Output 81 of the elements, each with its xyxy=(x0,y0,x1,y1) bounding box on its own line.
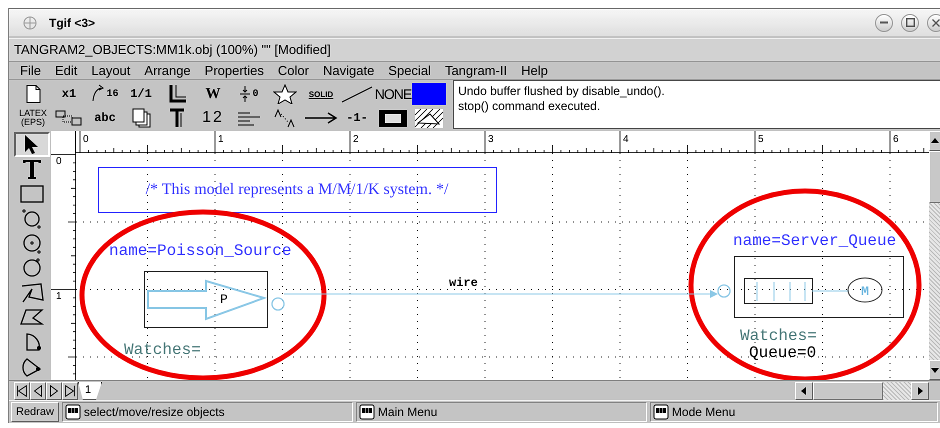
menu-item[interactable]: Arrange xyxy=(137,63,198,78)
window-title: Tgif <3> xyxy=(49,16,96,30)
menu-item[interactable]: Edit xyxy=(48,63,84,78)
toolbar-button[interactable]: 1/1 xyxy=(123,82,159,106)
toolbar-button[interactable]: 12 xyxy=(195,106,231,130)
toolbar-button[interactable]: LATEX (EPS) xyxy=(15,106,51,130)
status-text: Mode Menu xyxy=(672,405,736,419)
ruler-label: 2 xyxy=(353,134,359,145)
message-line: Undo buffer flushed by disable_undo(). xyxy=(458,84,666,99)
toolbar-button[interactable]: SOLID xyxy=(303,82,339,106)
watches-label: Watches= xyxy=(124,341,201,359)
menu-item[interactable]: Navigate xyxy=(316,63,382,78)
close-button[interactable] xyxy=(927,14,940,32)
port-circle xyxy=(271,297,285,311)
ruler-label: 1 xyxy=(56,291,62,302)
toolbar-button[interactable]: x1 xyxy=(51,82,87,106)
block-symbol-label: P xyxy=(220,292,228,307)
scroll-down-button[interactable] xyxy=(929,360,940,380)
menu-item[interactable]: Layout xyxy=(84,63,138,78)
mouse-icon xyxy=(652,404,669,420)
text-spacing-icon xyxy=(273,108,297,128)
tool-button[interactable] xyxy=(14,132,50,157)
ruler-label: 0 xyxy=(83,134,89,145)
toolbar-button[interactable]: W xyxy=(195,82,231,106)
menu-item[interactable]: Special xyxy=(381,63,438,78)
ruler-label: 5 xyxy=(758,134,764,145)
toolbar-button[interactable]: NONE xyxy=(375,82,411,106)
fill-icon xyxy=(378,108,408,128)
scrollbar-thumb[interactable] xyxy=(929,151,940,203)
last-page-button[interactable] xyxy=(62,382,78,400)
next-page-button[interactable] xyxy=(46,382,62,400)
first-page-button[interactable] xyxy=(14,382,30,400)
status-text: select/move/resize objects xyxy=(84,405,225,419)
spacing-icon xyxy=(239,84,252,104)
scroll-up-button[interactable] xyxy=(929,131,940,151)
minimize-icon xyxy=(880,21,888,24)
object-name-label: name=Poisson_Source xyxy=(109,242,292,260)
toolbar-button[interactable]: 0 xyxy=(231,82,267,106)
ruler-label: 0 xyxy=(56,156,62,167)
text-style-icon xyxy=(169,108,185,128)
ruler-label: 1 xyxy=(218,134,224,145)
toolbar-button[interactable]: -1- xyxy=(339,106,375,130)
maximize-icon xyxy=(906,18,914,27)
ruler-label: 3 xyxy=(488,134,494,145)
layout-icon xyxy=(55,108,83,128)
line-icon xyxy=(340,84,374,104)
status-text: Main Menu xyxy=(378,405,438,419)
watches-label: Watches= xyxy=(740,327,817,345)
stacked-pages-icon xyxy=(130,108,152,128)
menu-item[interactable]: Properties xyxy=(198,63,271,78)
scroll-left-button[interactable] xyxy=(795,382,813,400)
previous-page-button[interactable] xyxy=(30,382,46,400)
scrollbar-thumb[interactable] xyxy=(813,382,883,400)
app-icon xyxy=(23,16,37,30)
menu-item[interactable]: Tangram-II xyxy=(438,63,514,78)
watch-value: Queue=0 xyxy=(749,344,816,362)
mouse-icon xyxy=(64,404,81,420)
document-title: TANGRAM2_OBJECTS:MM1k.obj (100%) "" [Modified] xyxy=(9,38,940,61)
toolbar-button[interactable]: 16 xyxy=(87,82,123,106)
rotate-icon xyxy=(91,84,106,104)
block-symbol-label: M xyxy=(861,284,869,299)
menu-item[interactable]: Help xyxy=(514,63,555,78)
pattern-icon xyxy=(414,108,444,128)
maximize-button[interactable] xyxy=(901,14,919,32)
port-circle xyxy=(717,284,731,298)
minimize-button[interactable] xyxy=(875,14,893,32)
toolbar-button[interactable]: abc xyxy=(87,106,123,130)
message-line: stop() command executed. xyxy=(458,99,602,114)
page-tab[interactable]: 1 xyxy=(78,382,102,400)
menu-item[interactable]: Color xyxy=(270,63,316,78)
comment-text: /* This model represents a M/M/1/K system. */ xyxy=(146,181,448,198)
close-icon xyxy=(932,18,940,26)
object-name-label: name=Server_Queue xyxy=(733,232,896,250)
menu-item[interactable]: File xyxy=(13,63,48,78)
ruler-label: 4 xyxy=(623,134,629,145)
redraw-button[interactable]: Redraw xyxy=(11,402,59,422)
star-icon xyxy=(273,84,297,104)
mouse-icon xyxy=(358,404,375,420)
ruler-label: 6 xyxy=(893,134,899,145)
scroll-right-button[interactable] xyxy=(911,382,929,400)
wire-label: wire xyxy=(449,276,478,290)
